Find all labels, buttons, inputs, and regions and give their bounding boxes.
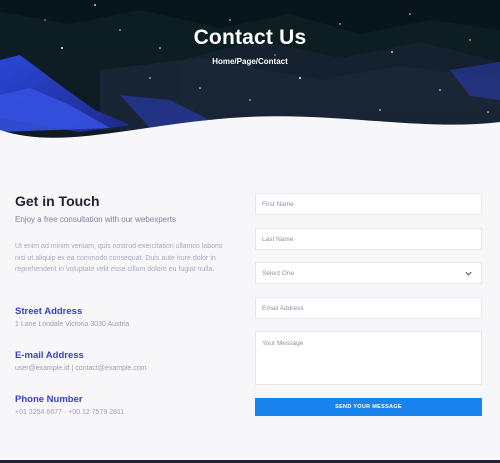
night-sky-background — [0, 0, 500, 150]
select-label: Select One — [262, 270, 295, 277]
section-title: Get in Touch — [15, 193, 100, 209]
chevron-down-icon — [465, 271, 472, 276]
email-address-label: E-mail Address — [15, 350, 84, 361]
section-description: Ut enim ad minim veniam, quis nostrud ex… — [15, 243, 223, 273]
street-address-label: Street Address — [15, 306, 83, 317]
send-message-button[interactable]: SEND YOUR MESSAGE — [255, 398, 482, 416]
street-address-value: 1 Lane Londale Victoria 3030 Austria — [15, 321, 130, 328]
phone-number-value[interactable]: +01 3254 6677 · +00 12 7579 2811 — [15, 409, 124, 416]
email-field[interactable] — [255, 297, 482, 319]
email-address-value[interactable]: user@example.id | contact@example.com — [15, 365, 147, 372]
first-name-field[interactable] — [255, 193, 482, 215]
phone-number-label: Phone Number — [15, 394, 83, 405]
page-title: Contact Us — [193, 26, 307, 49]
breadcrumb[interactable]: Home/Page/Contact — [0, 57, 500, 66]
subject-select[interactable]: Select One — [255, 262, 482, 284]
last-name-field[interactable] — [255, 228, 482, 250]
section-subtitle: Enjoy a free consultation with our webex… — [15, 215, 176, 224]
hero-banner: Contact Us Home/Page/Contact — [0, 0, 500, 150]
message-field[interactable] — [255, 331, 482, 385]
